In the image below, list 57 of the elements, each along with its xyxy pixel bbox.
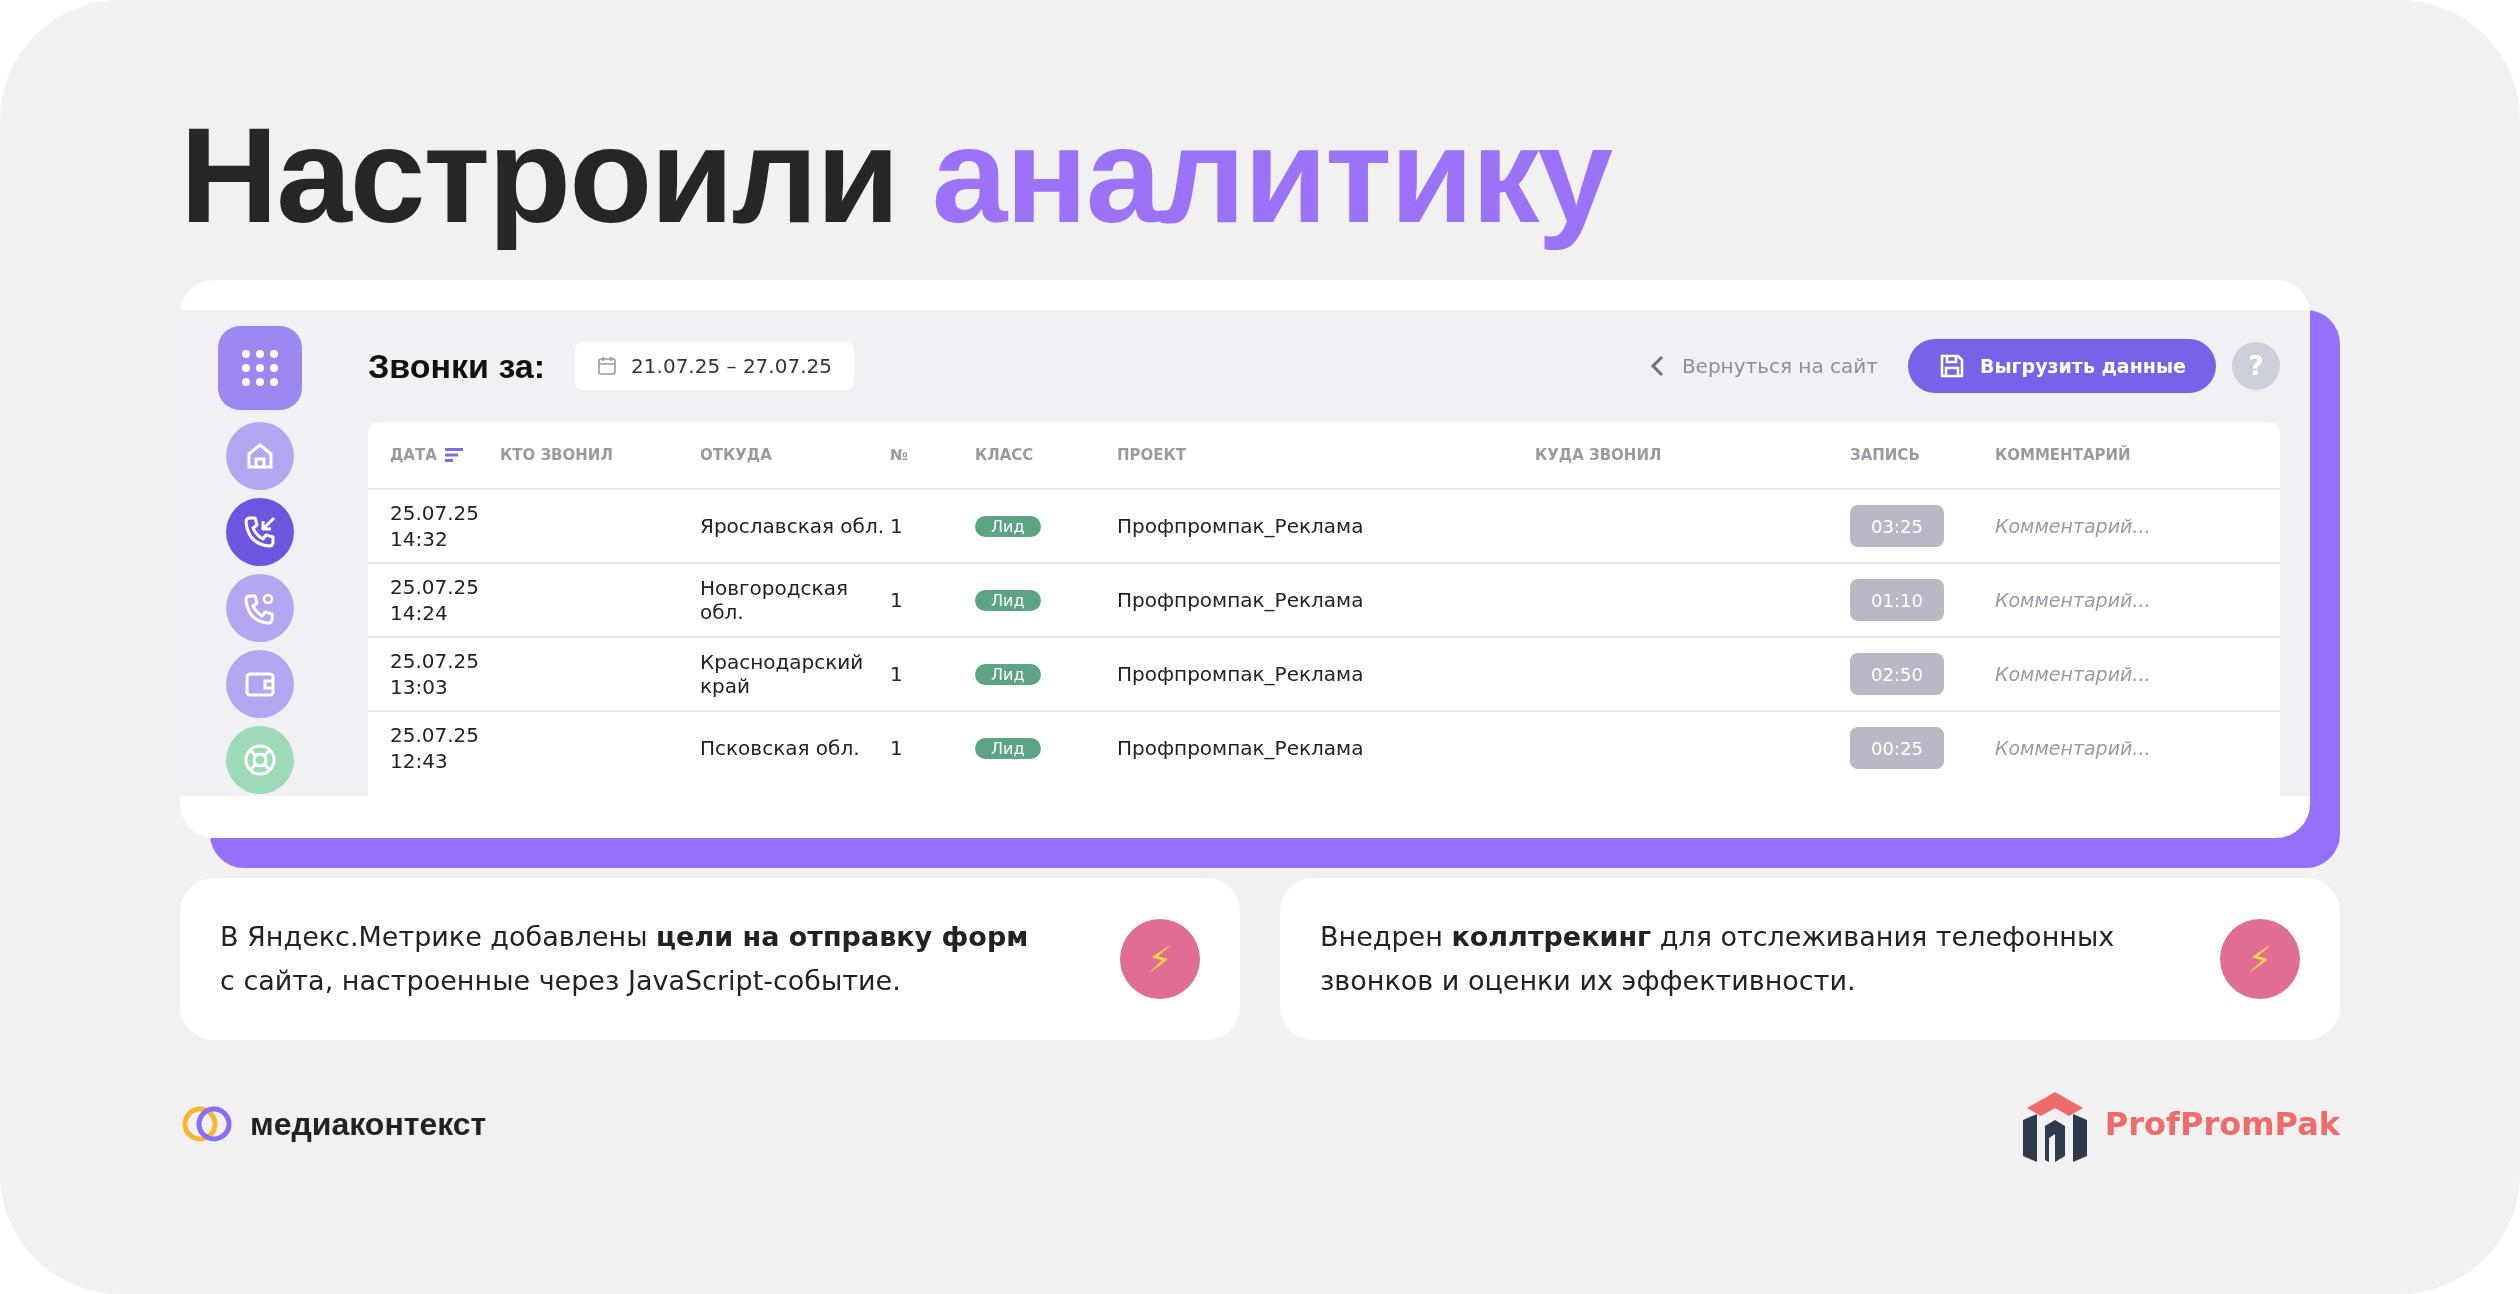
date-time-cell: 25.07.25 13:03 [390, 648, 480, 700]
column-header: КУДА ЗВОНИЛ [1535, 446, 1662, 464]
class-tag: Лид [975, 589, 1041, 611]
class-tag: Лид [975, 663, 1041, 685]
help-button[interactable]: ? [2232, 342, 2280, 390]
agency-name: медиаконтекст [250, 1105, 487, 1143]
count-cell: 1 [890, 588, 903, 612]
grid-icon [240, 348, 280, 388]
chevron-left-icon [1649, 355, 1664, 377]
column-header: ОТКУДА [700, 446, 772, 464]
count-cell: 1 [890, 514, 903, 538]
region-cell-text: Новгородская обл. [700, 576, 849, 624]
column-header: ЗАПИСЬ [1850, 446, 1920, 464]
comment-field[interactable]: Комментарий... [1995, 589, 2235, 611]
headline-word: аналитику [931, 98, 1612, 253]
date-time-cell: 25.07.25 12:43 [390, 722, 480, 774]
column-header: № [890, 446, 909, 464]
note-text: В Яндекс.Метрике добавлены цели на отправку форм с сайта, настроенные через JavaScript-событие. [220, 920, 1030, 998]
lifebuoy-icon [242, 742, 278, 778]
date-range-picker[interactable]: 21.07.25 – 27.07.25 [575, 342, 854, 390]
class-tag: Лид [975, 737, 1041, 759]
lightning-badge: ⚡ [1120, 919, 1200, 999]
region-cell: Ярославская обл. [700, 514, 885, 538]
date-time-cell: 25.07.25 14:24 [390, 574, 480, 626]
note-text: Внедрен коллтрекинг для отслеживания телефонных звонков и оценки их эффективности. [1320, 920, 2116, 998]
recording-button[interactable]: 00:25 [1850, 727, 1944, 769]
project-cell: Профпромпак_Реклама [1117, 514, 1364, 538]
calendar-icon [597, 356, 618, 376]
lightning-badge: ⚡ [2220, 919, 2300, 999]
sort-icon[interactable] [444, 448, 463, 462]
sidebar-button[interactable] [218, 326, 302, 410]
count-cell: 1 [890, 736, 903, 760]
project-cell: Профпромпак_Реклама [1117, 588, 1364, 612]
recording-button[interactable]: 02:50 [1850, 653, 1944, 695]
client-logo-text: ProfPromPak [2104, 1105, 2340, 1143]
export-button[interactable]: Выгрузить данные [1907, 339, 2216, 393]
column-header: КТО ЗВОНИЛ [500, 446, 613, 464]
count-cell: 1 [890, 662, 903, 686]
region-cell-text: Краснодарский край [700, 650, 865, 698]
column-header: ПРОЕКТ [1117, 446, 1187, 464]
date-time-cell: 25.07.25 14:32 [390, 500, 480, 552]
class-tag: Лид [975, 515, 1041, 537]
recording-button[interactable]: 01:10 [1850, 579, 1944, 621]
headline-word: Настроили [180, 98, 898, 253]
project-cell: Профпромпак_Реклама [1117, 736, 1364, 760]
comment-field[interactable]: Комментарий... [1995, 663, 2235, 685]
comment-field[interactable]: Комментарий... [1995, 737, 2235, 759]
incoming-call-icon [242, 514, 278, 550]
back-to-site-link[interactable]: Вернуться на сайт [1649, 354, 1878, 378]
page-heading: Звонки за: [368, 346, 546, 386]
project-cell: Профпромпак_Реклама [1117, 662, 1364, 686]
region-cell: Псковская обл. [700, 736, 860, 760]
comment-field[interactable]: Комментарий... [1995, 515, 2235, 537]
column-header: КОММЕНТАРИЙ [1995, 446, 2131, 464]
column-header: КЛАСС [975, 446, 1034, 464]
recording-button[interactable]: 03:25 [1850, 505, 1944, 547]
column-header: ДАТА [390, 446, 437, 464]
